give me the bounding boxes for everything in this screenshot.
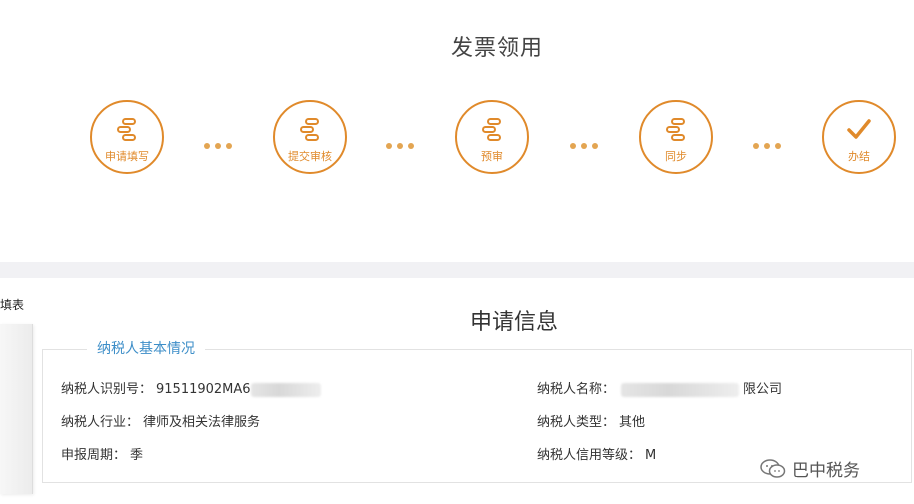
progress-panel: 发票领用 申请填写 提交审核 预审 同步 办结 [0, 0, 914, 262]
step-connector [570, 134, 610, 149]
step-submit-review[interactable]: 提交审核 [273, 100, 347, 174]
step-connector [753, 134, 793, 149]
step-apply[interactable]: 申请填写 [90, 100, 164, 174]
field-label: 申报周期： [61, 448, 127, 463]
flow-icon [117, 118, 136, 141]
field-value: M [645, 448, 657, 463]
field-tax-id: 纳税人识别号： 91511902MA6 [61, 378, 321, 397]
field-type: 纳税人类型： 其他 [537, 411, 645, 430]
page-title: 发票领用 [450, 36, 543, 61]
step-pre-review[interactable]: 预审 [455, 100, 529, 174]
step-complete[interactable]: 办结 [822, 100, 896, 174]
group-legend: 纳税人基本情况 [87, 338, 205, 358]
field-value: 91511902MA6 [156, 382, 251, 397]
field-label: 纳税人识别号： [61, 382, 153, 397]
step-connector [386, 134, 426, 149]
field-label: 纳税人类型： [537, 415, 616, 430]
step-label: 同步 [665, 150, 687, 163]
watermark-text: 巴中税务 [792, 461, 860, 481]
flow-icon [666, 118, 685, 141]
step-sync[interactable]: 同步 [639, 100, 713, 174]
field-value: 律师及相关法律服务 [143, 415, 261, 430]
step-label: 申请填写 [105, 150, 149, 163]
watermark: 巴中税务 [760, 456, 860, 481]
field-name: 纳税人名称： 限公司 [537, 378, 782, 397]
field-label: 纳税人名称： [537, 382, 616, 397]
step-connector [204, 134, 244, 149]
section-divider [0, 262, 914, 278]
field-credit: 纳税人信用等级： M [537, 444, 656, 463]
redacted-mask [250, 382, 321, 397]
field-industry: 纳税人行业： 律师及相关法律服务 [61, 411, 260, 430]
field-period: 申报周期：季 [61, 444, 143, 463]
field-value: 限公司 [743, 382, 783, 397]
wechat-icon [760, 458, 786, 478]
step-label: 提交审核 [288, 150, 332, 163]
flow-icon [482, 118, 501, 141]
field-label: 纳税人行业： [61, 415, 140, 430]
field-value: 季 [130, 448, 144, 463]
redacted-mask [621, 382, 740, 397]
step-label: 办结 [848, 150, 870, 163]
section-title: 申请信息 [469, 310, 558, 335]
field-label: 纳税人信用等级： [537, 448, 642, 463]
check-icon [847, 119, 871, 139]
field-value: 其他 [619, 415, 646, 430]
progress-steps: 申请填写 提交审核 预审 同步 办结 [0, 100, 914, 180]
step-label: 预审 [481, 150, 503, 163]
flow-icon [300, 118, 319, 141]
side-card [0, 324, 33, 494]
